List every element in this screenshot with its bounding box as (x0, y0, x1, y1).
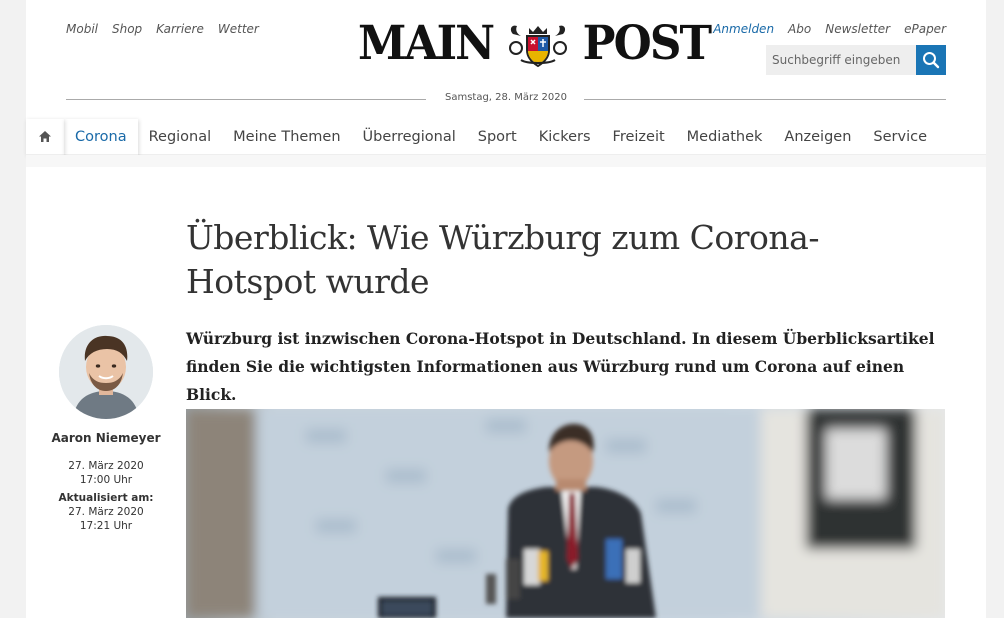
nav-item-service[interactable]: Service (862, 119, 938, 155)
nav-item-kickers[interactable]: Kickers (528, 119, 602, 155)
user-nav: Anmelden Abo Newsletter ePaper (713, 22, 946, 36)
login-link[interactable]: Anmelden (713, 22, 774, 36)
nav-item-corona[interactable]: Corona (64, 119, 138, 155)
nav-item-mediathek[interactable]: Mediathek (676, 119, 774, 155)
search-box (766, 45, 946, 75)
search-button[interactable] (916, 45, 946, 75)
published-date: 27. März 2020 (68, 460, 144, 472)
nav-item-ueberregional[interactable]: Überregional (352, 119, 467, 155)
logo-text-right: POST (583, 16, 712, 71)
home-icon (39, 131, 51, 142)
abo-link[interactable]: Abo (788, 22, 811, 36)
author-photo (59, 325, 153, 419)
nav-item-anzeigen[interactable]: Anzeigen (773, 119, 862, 155)
author-name[interactable]: Aaron Niemeyer (26, 431, 186, 445)
divider (584, 99, 946, 100)
article-lead: Würzburg ist inzwischen Corona-Hotspot i… (186, 329, 935, 404)
search-input[interactable] (766, 45, 916, 75)
dateline: Samstag, 28. März 2020 (66, 92, 946, 108)
home-button[interactable] (26, 119, 64, 155)
top-nav-shop[interactable]: Shop (112, 22, 142, 36)
top-nav-wetter[interactable]: Wetter (218, 22, 259, 36)
article-headline: Überblick: Wie Würzburg zum Corona-Hotsp… (186, 218, 820, 301)
site-logo[interactable]: MAIN POST (358, 16, 713, 72)
top-nav-karriere[interactable]: Karriere (156, 22, 204, 36)
published-time: 17:00 Uhr (79, 474, 133, 486)
search-icon (923, 52, 940, 69)
author-avatar[interactable] (59, 325, 153, 419)
page: Mobil Shop Karriere Wetter MAIN POST Anm… (26, 0, 986, 618)
current-date: Samstag, 28. März 2020 (444, 92, 567, 103)
nav-item-freizeit[interactable]: Freizeit (602, 119, 676, 155)
coat-of-arms-icon (509, 25, 568, 68)
press-conference-photo (186, 409, 945, 618)
nav-item-sport[interactable]: Sport (467, 119, 528, 155)
updated-date: 27. März 2020 (68, 506, 144, 518)
main-nav: Corona Regional Meine Themen Überregiona… (26, 119, 986, 155)
nav-shadow-band (26, 155, 986, 167)
logo-text-left: MAIN (358, 16, 495, 71)
updated-time: 17:21 Uhr (79, 520, 133, 532)
epaper-link[interactable]: ePaper (904, 22, 946, 36)
top-nav: Mobil Shop Karriere Wetter (66, 22, 259, 36)
top-nav-mobil[interactable]: Mobil (66, 22, 98, 36)
nav-item-regional[interactable]: Regional (138, 119, 223, 155)
updated-label: Aktualisiert am: (58, 492, 154, 504)
nav-item-meine-themen[interactable]: Meine Themen (222, 119, 351, 155)
author-box: Aaron Niemeyer 27. März 2020 17:00 Uhr A… (26, 325, 186, 533)
article-hero-image[interactable] (186, 409, 945, 618)
newsletter-link[interactable]: Newsletter (825, 22, 890, 36)
